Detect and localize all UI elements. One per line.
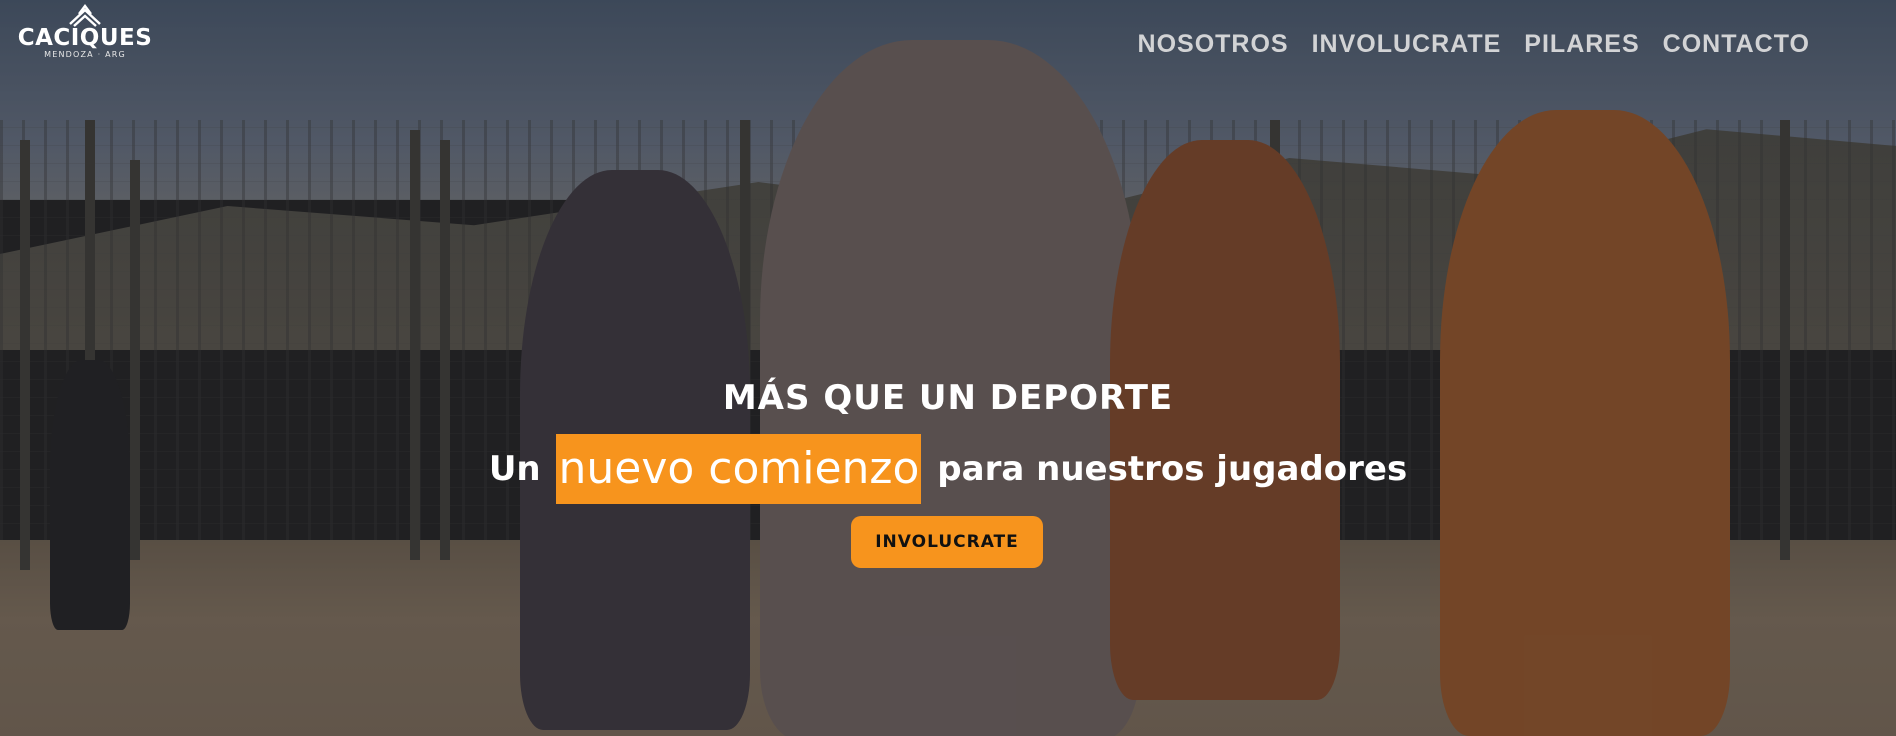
nav-link-contacto[interactable]: CONTACTO	[1663, 30, 1810, 59]
nav-link-nosotros[interactable]: NOSOTROS	[1138, 30, 1289, 59]
involucrate-button[interactable]: INVOLUCRATE	[851, 516, 1043, 568]
nav-link-pilares[interactable]: PILARES	[1524, 30, 1639, 59]
hero-subtitle-before: Un	[488, 449, 541, 489]
hero-title: MÁS QUE UN DEPORTE	[722, 378, 1174, 418]
hero-subtitle-after: para nuestros jugadores	[937, 449, 1408, 489]
nav-link-involucrate[interactable]: INVOLUCRATE	[1312, 30, 1502, 59]
hero-subtitle-highlight: nuevo comienzo	[556, 434, 922, 504]
brand-tagline: MENDOZA · ARG	[44, 50, 126, 59]
hero-background-image	[0, 0, 1896, 736]
main-nav: NOSOTROS INVOLUCRATE PILARES CONTACTO	[1138, 30, 1810, 59]
brand-logo[interactable]: CACIQUES MENDOZA · ARG	[17, 4, 153, 70]
hero-subtitle: Un nuevo comienzo para nuestros jugadore…	[0, 434, 1896, 504]
brand-name: CACIQUES	[17, 25, 153, 51]
hero-section: CACIQUES MENDOZA · ARG NOSOTROS INVOLUCR…	[0, 0, 1896, 736]
